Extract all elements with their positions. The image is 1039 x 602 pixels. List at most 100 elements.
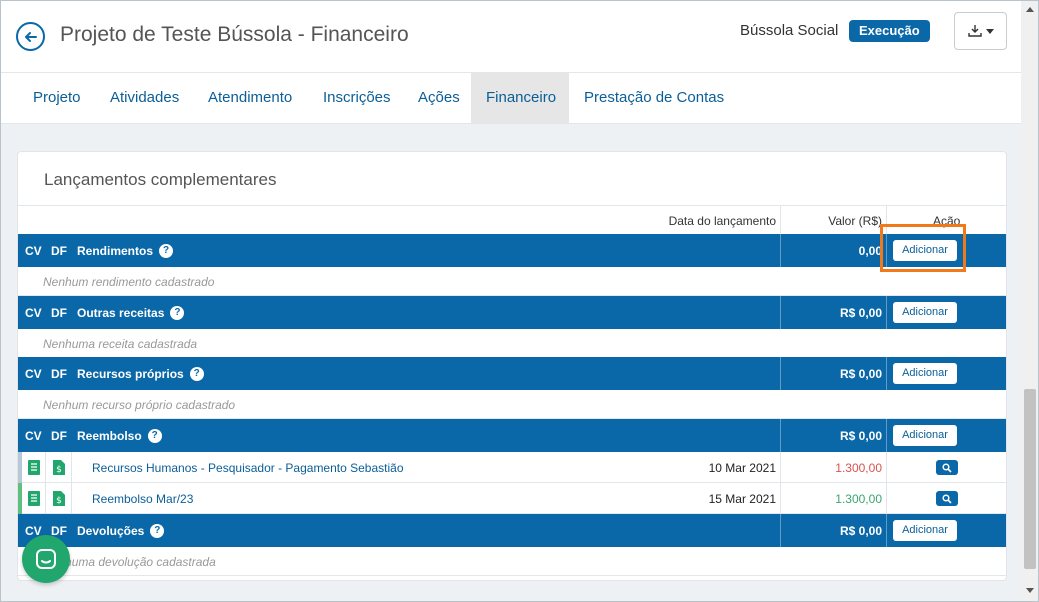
- empty-row: Nenhum recurso próprio cadastrado: [18, 390, 1006, 419]
- divider: [780, 206, 781, 235]
- group-label: Devoluções?: [77, 523, 165, 539]
- group-total: R$ 0,00: [839, 367, 882, 381]
- divider: [45, 452, 46, 483]
- df-label: DF: [51, 306, 67, 320]
- svg-text:$: $: [56, 496, 62, 506]
- chevron-down-icon: [986, 28, 994, 34]
- group-row-recursos-proprios: CV DF Recursos próprios? R$ 0,00 Adicion…: [18, 357, 1006, 390]
- row-value: 1.300,00: [835, 492, 882, 506]
- group-label: Recursos próprios?: [77, 366, 204, 382]
- tab-atendimento[interactable]: Atendimento: [193, 73, 307, 123]
- receipt-icon[interactable]: [27, 459, 41, 476]
- group-name: Recursos próprios: [77, 367, 184, 381]
- row-date: 10 Mar 2021: [708, 461, 776, 475]
- empty-message: Nenhuma receita cadastrada: [43, 337, 198, 351]
- group-label: Rendimentos?: [77, 243, 174, 259]
- divider: [780, 296, 781, 329]
- back-button[interactable]: [16, 22, 45, 51]
- add-button-devolucoes[interactable]: Adicionar: [893, 520, 957, 541]
- divider: [780, 452, 781, 483]
- download-dropdown-button[interactable]: [954, 12, 1007, 50]
- search-icon: [942, 493, 952, 504]
- download-icon: [968, 25, 982, 37]
- row-description-link[interactable]: Reembolso Mar/23: [92, 492, 193, 506]
- group-label: Outras receitas?: [77, 305, 185, 321]
- divider: [780, 514, 781, 547]
- view-button[interactable]: [936, 460, 958, 475]
- group-total: R$ 0,00: [839, 429, 882, 443]
- divider: [780, 357, 781, 390]
- table-header: Data do lançamento Valor (R$) Ação: [18, 205, 1006, 235]
- search-icon: [942, 462, 952, 473]
- divider: [886, 296, 887, 329]
- cv-label: CV: [25, 367, 42, 381]
- divider: [886, 514, 887, 547]
- df-label: DF: [51, 244, 67, 258]
- divider: [886, 452, 887, 483]
- divider: [886, 419, 887, 452]
- help-icon[interactable]: ?: [170, 305, 185, 320]
- table-row: $ Reembolso Mar/23 15 Mar 2021 1.300,00: [18, 483, 1006, 514]
- group-total: R$ 0,00: [839, 524, 882, 538]
- cv-label: CV: [25, 306, 42, 320]
- divider: [780, 419, 781, 452]
- chat-icon: [36, 549, 56, 569]
- group-name: Rendimentos: [77, 244, 154, 258]
- help-icon[interactable]: ?: [150, 523, 165, 538]
- row-status-bar: [18, 452, 22, 483]
- row-status-bar: [18, 483, 22, 514]
- scrollbar-thumb[interactable]: [1024, 389, 1036, 569]
- group-total: 0,00: [858, 244, 882, 258]
- status-badge: Execução: [849, 20, 930, 42]
- group-label: Reembolso?: [77, 428, 162, 444]
- tab-acoes[interactable]: Ações: [403, 73, 475, 123]
- svg-text:$: $: [56, 465, 62, 475]
- divider: [886, 483, 887, 514]
- tab-financeiro[interactable]: Financeiro: [471, 73, 569, 123]
- add-button-reembolso[interactable]: Adicionar: [893, 425, 957, 446]
- scroll-down-arrow-icon[interactable]: [1026, 588, 1034, 593]
- column-header-date: Data do lançamento: [668, 214, 776, 228]
- group-name: Outras receitas: [77, 306, 165, 320]
- add-button-outras-receitas[interactable]: Adicionar: [893, 302, 957, 323]
- divider: [45, 483, 46, 514]
- add-button-recursos-proprios[interactable]: Adicionar: [893, 363, 957, 384]
- help-icon[interactable]: ?: [189, 366, 204, 381]
- row-description-link[interactable]: Recursos Humanos - Pesquisador - Pagamen…: [92, 461, 404, 475]
- divider: [71, 483, 72, 514]
- view-button[interactable]: [936, 491, 958, 506]
- df-label: DF: [51, 367, 67, 381]
- help-icon[interactable]: ?: [159, 243, 174, 258]
- group-row-rendimentos: CV DF Rendimentos? 0,00 Adicionar: [18, 234, 1006, 267]
- empty-row: Nenhuma devolução cadastrada: [18, 547, 1006, 576]
- group-row-reembolso: CV DF Reembolso? R$ 0,00 Adicionar: [18, 419, 1006, 452]
- invoice-dollar-icon[interactable]: $: [52, 459, 66, 476]
- column-header-value: Valor (R$): [828, 214, 882, 228]
- page-header: Projeto de Teste Bússola - Financeiro Bú…: [1, 1, 1021, 73]
- empty-row: Nenhuma receita cadastrada: [18, 329, 1006, 358]
- vertical-scrollbar[interactable]: [1021, 1, 1038, 601]
- divider: [780, 234, 781, 267]
- scroll-up-arrow-icon[interactable]: [1026, 7, 1034, 12]
- app-window: Projeto de Teste Bússola - Financeiro Bú…: [0, 0, 1039, 602]
- help-icon[interactable]: ?: [147, 428, 162, 443]
- divider: [71, 452, 72, 483]
- chat-launcher-button[interactable]: [22, 535, 70, 583]
- row-value: 1.300,00: [835, 461, 882, 475]
- tab-prestacao-de-contas[interactable]: Prestação de Contas: [569, 73, 739, 123]
- tab-projeto[interactable]: Projeto: [18, 73, 96, 123]
- lancamentos-card: Lançamentos complementares Data do lança…: [17, 151, 1007, 581]
- divider: [886, 357, 887, 390]
- divider: [780, 483, 781, 514]
- group-row-outras-receitas: CV DF Outras receitas? R$ 0,00 Adicionar: [18, 296, 1006, 329]
- cv-label: CV: [25, 244, 42, 258]
- tab-atividades[interactable]: Atividades: [95, 73, 194, 123]
- card-title: Lançamentos complementares: [44, 170, 277, 189]
- receipt-icon[interactable]: [27, 490, 41, 507]
- empty-message: Nenhum recurso próprio cadastrado: [43, 398, 236, 412]
- tab-inscricoes[interactable]: Inscrições: [308, 73, 406, 123]
- highlight-box: [880, 224, 966, 272]
- invoice-dollar-icon[interactable]: $: [52, 490, 66, 507]
- row-date: 15 Mar 2021: [708, 492, 776, 506]
- main-content: Lançamentos complementares Data do lança…: [1, 124, 1021, 601]
